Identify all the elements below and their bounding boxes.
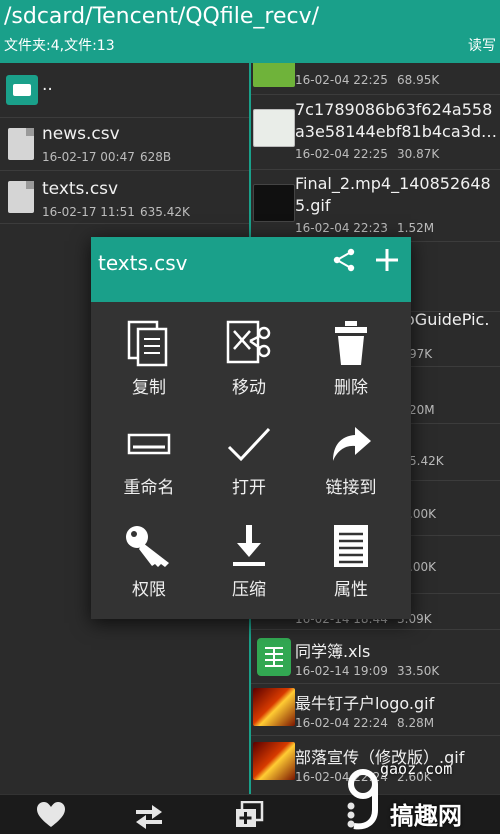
copy-button[interactable]: 复制	[99, 319, 199, 419]
file-size: 20M	[409, 403, 435, 417]
site-watermark: gaoz.com 搞趣网	[334, 758, 494, 834]
open-label: 打开	[232, 478, 266, 498]
share-icon[interactable]	[331, 247, 357, 273]
delete-button[interactable]: 删除	[301, 319, 401, 419]
file-size: .00K	[409, 560, 436, 574]
file-size: 30.87K	[397, 147, 440, 161]
file-date: 16-02-14 19:09	[295, 664, 388, 678]
file-name: 同学簿.xls	[295, 642, 371, 661]
file-size: 5.42K	[409, 454, 444, 468]
file-name-cont: a3e58144ebf81b4ca3d…	[295, 122, 497, 141]
path-header: /sdcard/Tencent/QQfile_recv/ 文件夹:4,文件:13…	[0, 0, 500, 63]
watermark-logo-icon	[348, 769, 378, 830]
move-icon	[226, 320, 271, 364]
file-size: 33.50K	[397, 664, 440, 678]
rename-label: 重命名	[123, 478, 175, 498]
link-arrow-icon	[333, 427, 371, 461]
file-row[interactable]: texts.csv 16-02-17 11:51 635.42K	[0, 171, 249, 224]
image-thumbnail	[253, 688, 295, 726]
compress-button[interactable]: 压缩	[199, 523, 299, 623]
file-size: 628B	[140, 150, 172, 164]
file-size: 635.42K	[140, 205, 190, 219]
watermark-url: gaoz.com	[380, 760, 453, 778]
file-size: 1.52M	[397, 221, 435, 235]
rename-icon	[127, 433, 171, 455]
image-thumbnail	[253, 184, 295, 222]
swap-arrows-icon[interactable]	[134, 801, 164, 829]
dialog-title: texts.csv	[98, 251, 188, 275]
spreadsheet-icon	[257, 638, 291, 676]
file-row[interactable]: 最牛钉子户logo.gif 16-02-04 22:24 8.28M	[251, 684, 500, 736]
parent-dir-label: ..	[42, 75, 53, 95]
file-icon	[8, 128, 34, 160]
properties-button[interactable]: 属性	[301, 523, 401, 623]
new-window-icon[interactable]	[234, 801, 264, 829]
file-name-cont: 5.gif	[295, 196, 331, 215]
read-write-toggle[interactable]: 读写	[468, 35, 496, 55]
file-name: oGuidePic.	[405, 310, 490, 329]
parent-dir-row[interactable]: ..	[0, 63, 249, 118]
link-to-label: 链接到	[325, 478, 377, 498]
add-icon[interactable]	[374, 247, 400, 273]
file-icon	[8, 181, 34, 213]
file-size: 97K	[409, 347, 433, 361]
image-thumbnail	[253, 63, 295, 87]
file-size: 8.28M	[397, 716, 435, 730]
file-date: 16-02-04 22:25	[295, 147, 388, 161]
folder-file-count: 文件夹:4,文件:13	[4, 38, 115, 54]
link-to-button[interactable]: 链接到	[301, 423, 401, 523]
file-name: 7c1789086b63f624a558	[295, 100, 493, 119]
current-path[interactable]: /sdcard/Tencent/QQfile_recv/	[4, 4, 319, 29]
file-date: 16-02-17 11:51	[42, 205, 135, 219]
watermark-name: 搞趣网	[390, 802, 462, 830]
file-row[interactable]: Final_2.mp4_140852648 5.gif 16-02-04 22:…	[251, 170, 500, 242]
file-name: texts.csv	[42, 179, 119, 199]
file-size: 68.95K	[397, 73, 440, 87]
file-row[interactable]: 7c1789086b63f624a558 a3e58144ebf81b4ca3d…	[251, 95, 500, 170]
compress-label: 压缩	[232, 580, 266, 600]
file-row[interactable]: 16-02-04 22:25 68.95K	[251, 63, 500, 95]
properties-icon	[334, 525, 368, 567]
file-size: .00K	[409, 507, 436, 521]
image-thumbnail	[253, 742, 295, 780]
file-action-dialog: texts.csv 复制 移动 删除 重命名 打开 链接到 权限 压缩 属性	[91, 237, 411, 619]
properties-label: 属性	[334, 580, 368, 600]
file-date: 16-02-04 22:23	[295, 221, 388, 235]
file-row[interactable]: news.csv 16-02-17 00:47 628B	[0, 118, 249, 171]
open-button[interactable]: 打开	[199, 423, 299, 523]
file-name: Final_2.mp4_140852648	[295, 174, 491, 193]
rename-button[interactable]: 重命名	[99, 423, 199, 523]
file-date: 16-02-04 22:25	[295, 73, 388, 87]
permissions-label: 权限	[132, 580, 166, 600]
copy-icon	[127, 320, 168, 367]
dialog-header: texts.csv	[91, 237, 411, 302]
file-date: 16-02-17 00:47	[42, 150, 135, 164]
delete-label: 删除	[334, 378, 368, 398]
move-button[interactable]: 移动	[199, 319, 299, 419]
file-name: 最牛钉子户logo.gif	[295, 694, 435, 713]
trash-icon	[335, 321, 367, 365]
key-icon	[126, 526, 169, 567]
check-icon	[227, 427, 271, 462]
file-date: 16-02-04 22:24	[295, 716, 388, 730]
favorite-heart-icon[interactable]	[36, 801, 66, 829]
download-icon	[233, 525, 265, 566]
image-thumbnail	[253, 109, 295, 147]
folder-icon	[6, 75, 38, 105]
file-row[interactable]: 同学簿.xls 16-02-14 19:09 33.50K	[251, 630, 500, 684]
file-name: news.csv	[42, 124, 120, 144]
permissions-button[interactable]: 权限	[99, 523, 199, 623]
move-label: 移动	[232, 378, 266, 398]
copy-label: 复制	[132, 378, 166, 398]
